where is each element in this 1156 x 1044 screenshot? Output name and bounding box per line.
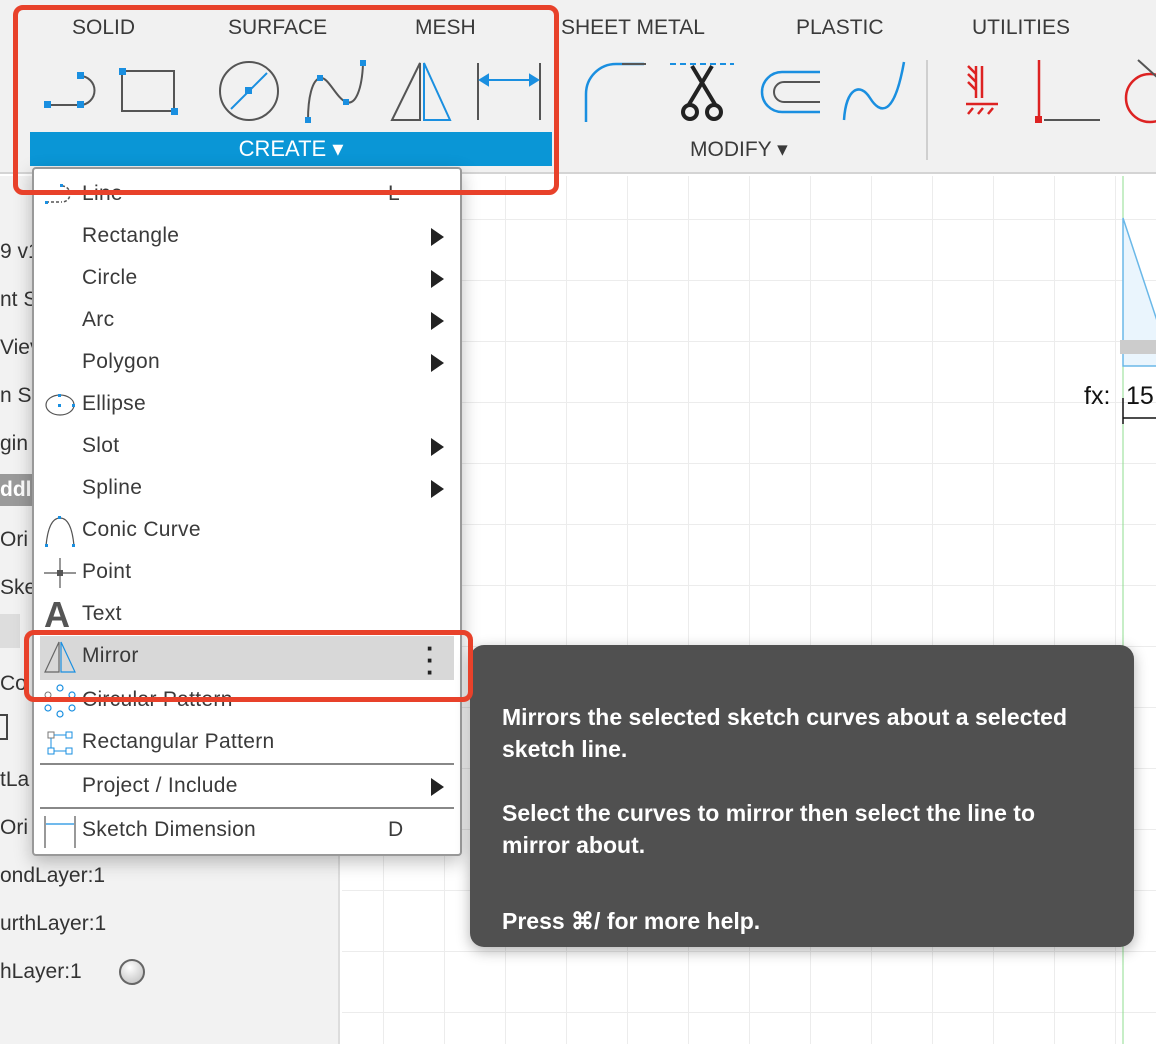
menu-item-slot[interactable]: Slot [40,426,454,468]
menu-item-label: Spline [82,476,143,499]
tab-utilities[interactable]: UTILITIES [972,16,1070,40]
visibility-toggle[interactable] [119,959,145,985]
browser-item-selected[interactable]: ddl [0,474,32,506]
ellipse-icon [45,394,75,416]
menu-item-rectangular-pattern[interactable]: Rectangular Pattern [40,722,454,764]
browser-item[interactable]: gin [0,432,28,456]
browser-item[interactable]: ondLayer:1 [0,864,105,888]
submenu-arrow-icon [431,438,444,456]
dimension-value[interactable]: 15 [1126,382,1154,411]
menu-item-label: Circle [82,266,138,289]
browser-item[interactable]: tLa [0,768,29,792]
menu-item-label: Text [82,602,122,625]
menu-item-polygon[interactable]: Polygon [40,342,454,384]
caret-down-icon: ▾ [777,138,788,161]
tab-sheet-metal[interactable]: SHEET METAL [561,16,705,40]
menu-item-label: Rectangular Pattern [82,730,275,753]
spline-modify-icon[interactable] [840,58,910,126]
menu-item-label: Ellipse [82,392,146,415]
menu-item-label: Arc [82,308,115,331]
conic-curve-icon [45,516,75,547]
tab-plastic[interactable]: PLASTIC [796,16,884,40]
menu-separator [40,763,454,765]
browser-item[interactable]: urthLayer:1 [0,912,106,936]
text-icon: A [44,594,70,635]
menu-item-label: Slot [82,434,120,457]
rectangular-pattern-icon [47,731,73,755]
tooltip-description: Mirrors the selected sketch curves about… [502,704,1068,762]
menu-item-rectangle[interactable]: Rectangle [40,216,454,258]
point-icon [44,558,76,588]
fix-constraint-icon[interactable] [950,58,1020,126]
shortcut: D [388,818,404,841]
tangent-icon[interactable] [1118,58,1156,126]
browser-item[interactable]: Co [0,672,27,696]
browser-item[interactable]: Ori [0,528,28,552]
menu-item-conic-curve[interactable]: Conic Curve [40,510,454,552]
tooltip-help-hint: Press ⌘/ for more help. [502,908,761,934]
modify-dropdown-button[interactable]: MODIFY ▾ [690,137,788,162]
menu-item-point[interactable]: Point [40,552,454,594]
menu-item-label: Point [82,560,132,583]
mirror-tooltip: Mirrors the selected sketch curves about… [470,645,1134,947]
menu-item-project-include[interactable]: Project / Include [40,766,454,808]
menu-item-label: Rectangle [82,224,180,247]
highlight-create-toolbar [13,5,559,195]
offset-icon[interactable] [754,58,824,126]
tooltip-instructions: Select the curves to mirror then select … [502,800,1035,858]
browser-item[interactable]: hLayer:1 [0,960,82,984]
sketch-icon [0,614,20,648]
menu-item-label: Sketch Dimension [82,818,257,841]
menu-item-arc[interactable]: Arc [40,300,454,342]
toolbar-divider [926,60,928,160]
submenu-arrow-icon [431,480,444,498]
menu-separator [40,807,454,809]
create-menu: Line L Rectangle Circle Arc Polygon Ellip… [32,167,462,856]
highlight-mirror-item [24,630,473,702]
menu-item-ellipse[interactable]: Ellipse [40,384,454,426]
submenu-arrow-icon [431,778,444,796]
menu-item-label: Polygon [82,350,160,373]
submenu-arrow-icon [431,312,444,330]
menu-item-circle[interactable]: Circle [40,258,454,300]
browser-item[interactable]: Ske [0,576,36,600]
submenu-arrow-icon [431,354,444,372]
modify-label: MODIFY [690,138,772,161]
trim-icon[interactable] [668,58,738,126]
dimension-icon [44,816,76,848]
menu-item-label: Conic Curve [82,518,201,541]
submenu-arrow-icon [431,270,444,288]
coincident-icon[interactable] [1030,58,1100,126]
menu-item-spline[interactable]: Spline [40,468,454,510]
menu-item-sketch-dimension[interactable]: Sketch Dimension D [40,810,454,852]
dimension-label: fx: [1084,382,1111,410]
body-icon [0,714,8,740]
fillet-icon[interactable] [580,58,650,126]
browser-item[interactable]: Ori [0,816,28,840]
menu-item-label: Project / Include [82,774,238,797]
submenu-arrow-icon [431,228,444,246]
